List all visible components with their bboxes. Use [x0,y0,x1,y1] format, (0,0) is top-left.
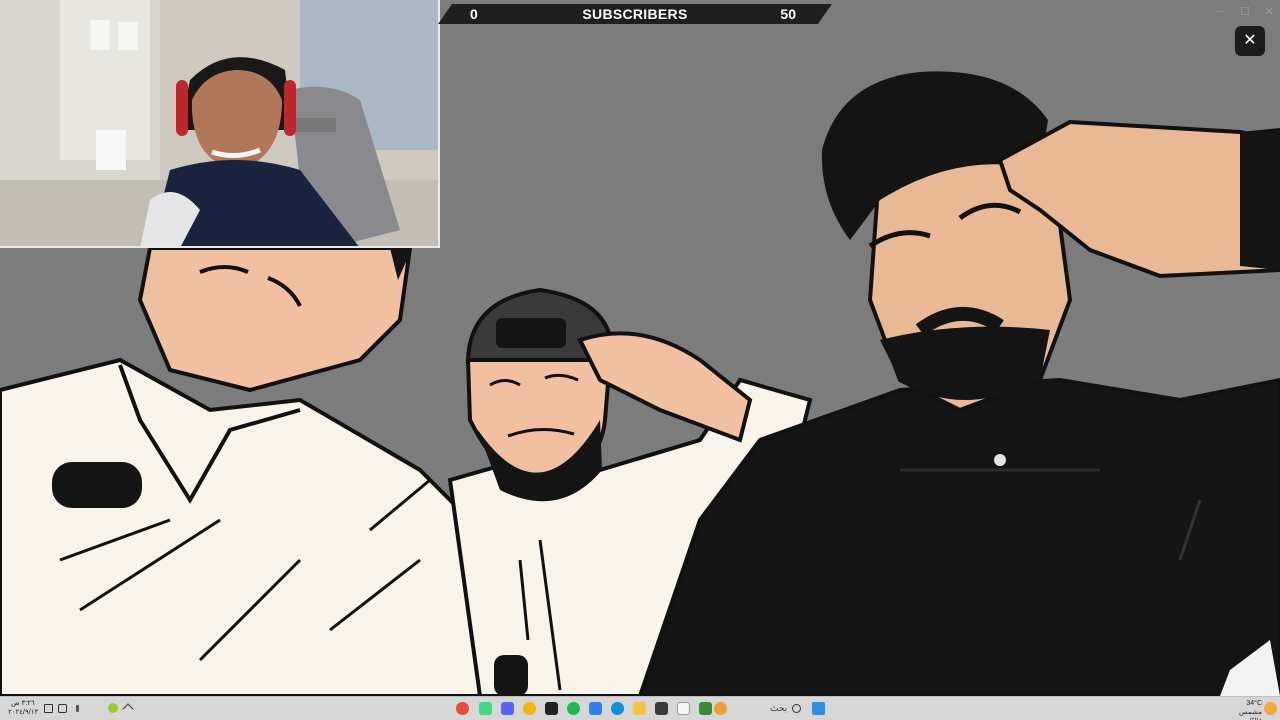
webcam-feed [0,0,438,246]
goal-title: SUBSCRIBERS [582,6,688,22]
start-button[interactable] [812,702,825,715]
taskbar: ٣:٢٦ ص ٢٠٢٤/٩/١٣ بحث 34°C مشمس غالبًا [0,696,1280,720]
explorer-icon[interactable] [633,702,646,715]
android-icon[interactable] [479,702,492,715]
speaker-icon[interactable] [44,704,53,713]
weather-temp: 34°C [1246,700,1262,707]
weather-widget[interactable]: 34°C مشمس غالبًا [1226,699,1262,720]
clock-date: ٢٠٢٤/٩/١٣ [8,709,39,716]
clock-time: ٣:٢٦ ص [11,700,35,707]
close-overlay-button[interactable]: ✕ [1235,26,1265,56]
color-icon[interactable] [108,703,118,713]
subscriber-goal-bar: 0 SUBSCRIBERS 50 [438,4,832,24]
goal-max-value: 50 [780,6,796,22]
chrome-icon[interactable] [456,702,469,715]
maximize-button[interactable]: ☐ [1236,4,1254,20]
weather-desc: مشمس غالبًا [1239,709,1262,720]
search-icon[interactable] [792,704,801,713]
chevron-up-icon[interactable] [122,703,134,715]
store-icon[interactable] [655,702,668,715]
battery-icon[interactable] [76,705,79,712]
obs-icon[interactable] [714,702,727,715]
network-icon[interactable] [58,704,67,713]
minimize-button[interactable]: ─ [1210,4,1228,20]
spotify-icon[interactable] [567,702,580,715]
edge-icon[interactable] [611,702,624,715]
search-label[interactable]: بحث [770,703,787,714]
xbox-icon[interactable] [699,702,712,715]
terminal-icon[interactable] [545,702,558,715]
taskbar-clock[interactable]: ٣:٢٦ ص ٢٠٢٤/٩/١٣ [8,699,38,717]
notepad-icon[interactable] [677,702,690,715]
weather-icon [1264,702,1277,715]
discord-icon[interactable] [501,702,514,715]
vscode-icon[interactable] [589,702,602,715]
chrome-alt-icon[interactable] [523,702,536,715]
webcam-overlay [0,0,440,248]
window-close-button[interactable]: ✕ [1260,4,1278,20]
